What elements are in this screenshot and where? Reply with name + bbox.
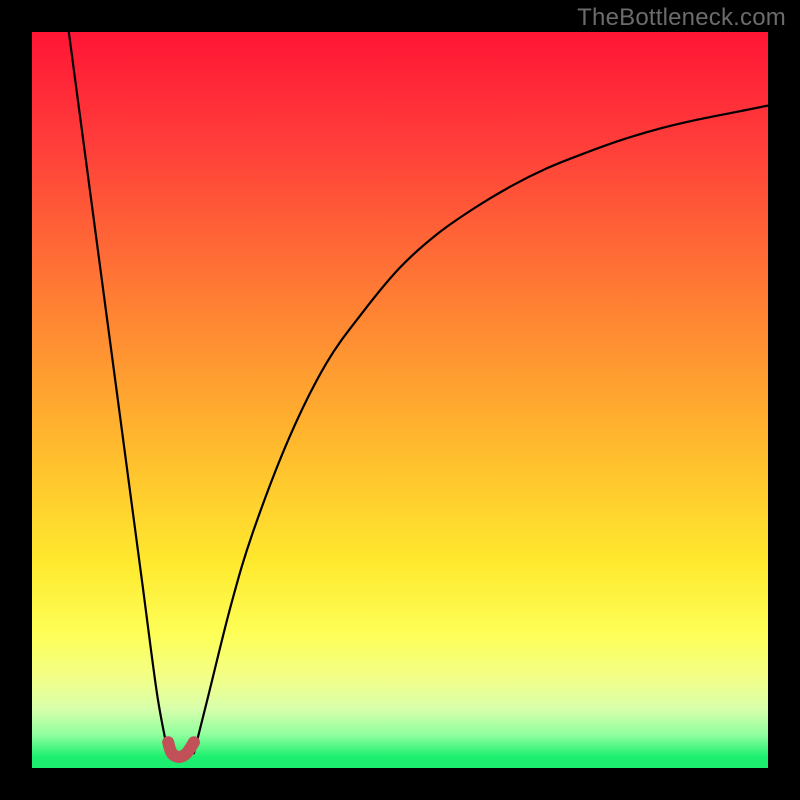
chart-frame: TheBottleneck.com xyxy=(0,0,800,800)
curve-left-branch xyxy=(69,32,168,753)
curve-layer xyxy=(32,32,768,768)
curve-right-branch xyxy=(194,106,768,754)
plot-area xyxy=(32,32,768,768)
watermark-label: TheBottleneck.com xyxy=(577,4,786,32)
valley-marker-U xyxy=(168,742,194,757)
